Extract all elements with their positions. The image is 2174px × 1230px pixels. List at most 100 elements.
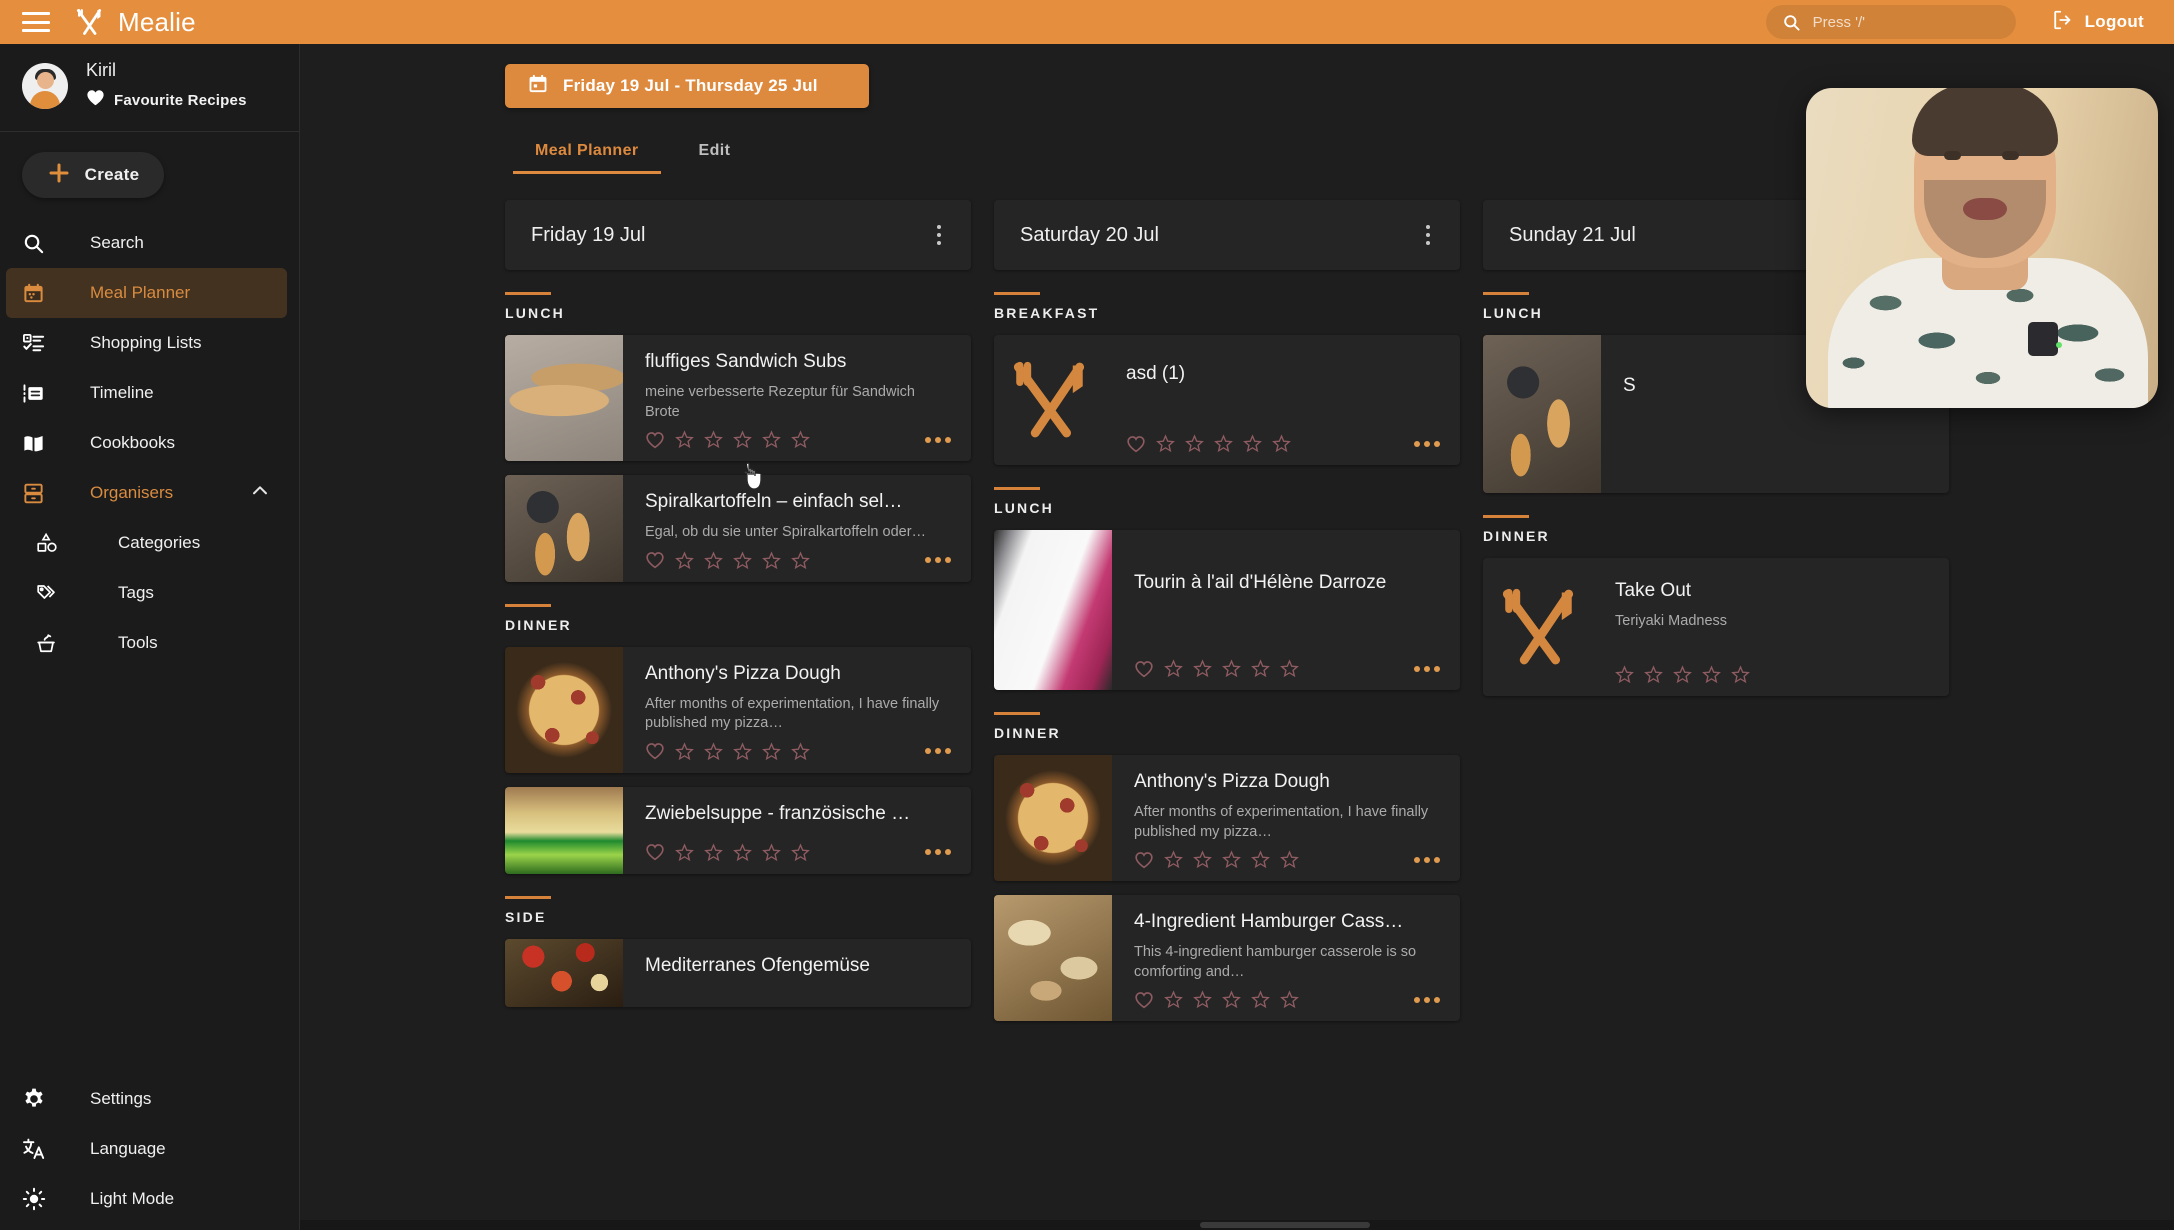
star-icon[interactable] (1673, 665, 1692, 684)
search-bar[interactable] (1765, 5, 2016, 39)
star-icon[interactable] (1251, 990, 1270, 1009)
more-horizontal-icon[interactable] (923, 742, 953, 760)
recipe-card[interactable]: fluffiges Sandwich Subs meine verbessert… (505, 335, 971, 462)
recipe-card[interactable]: 4-Ingredient Hamburger Cass… This 4-ingr… (994, 895, 1460, 1022)
user-block[interactable]: Kiril Favourite Recipes (0, 44, 299, 132)
star-icon[interactable] (791, 430, 810, 449)
star-icon[interactable] (704, 430, 723, 449)
recipe-card[interactable]: Take Out Teriyaki Madness (1483, 558, 1949, 696)
more-horizontal-icon[interactable] (1412, 435, 1442, 453)
star-icon[interactable] (1185, 434, 1204, 453)
sidebar-item-language[interactable]: Language (0, 1124, 299, 1174)
star-icon[interactable] (791, 551, 810, 570)
star-icon[interactable] (791, 742, 810, 761)
star-icon[interactable] (704, 551, 723, 570)
star-icon[interactable] (1644, 665, 1663, 684)
more-horizontal-icon[interactable] (923, 551, 953, 569)
recipe-rating[interactable] (1126, 434, 1291, 453)
star-icon[interactable] (1193, 850, 1212, 869)
star-icon[interactable] (1280, 850, 1299, 869)
search-input[interactable] (1812, 13, 2000, 31)
more-horizontal-icon[interactable] (923, 431, 953, 449)
recipe-rating[interactable] (1134, 990, 1299, 1009)
sidebar-item-shopping-lists[interactable]: Shopping Lists (0, 318, 299, 368)
star-icon[interactable] (1243, 434, 1262, 453)
sidebar-item-light-mode[interactable]: Light Mode (0, 1174, 299, 1224)
heart-icon[interactable] (645, 551, 665, 569)
tab-edit[interactable]: Edit (669, 130, 761, 174)
heart-icon[interactable] (645, 843, 665, 861)
horizontal-scrollbar-thumb[interactable] (1200, 1222, 1370, 1228)
heart-icon[interactable] (645, 742, 665, 760)
sidebar-item-organisers[interactable]: Organisers (0, 468, 299, 518)
star-icon[interactable] (762, 843, 781, 862)
sidebar-item-timeline[interactable]: Timeline (0, 368, 299, 418)
sidebar-item-categories[interactable]: Categories (0, 518, 299, 568)
date-range-button[interactable]: Friday 19 Jul - Thursday 25 Jul (505, 64, 869, 108)
more-horizontal-icon[interactable] (923, 843, 953, 861)
logout-button[interactable]: Logout (2052, 9, 2152, 36)
create-button[interactable]: Create (22, 152, 164, 198)
tab-meal-planner[interactable]: Meal Planner (505, 130, 669, 174)
star-icon[interactable] (733, 551, 752, 570)
recipe-card[interactable]: asd (1) (994, 335, 1460, 465)
sidebar-item-meal-planner[interactable]: Meal Planner (6, 268, 287, 318)
hamburger-menu-icon[interactable] (22, 12, 50, 32)
star-icon[interactable] (1702, 665, 1721, 684)
star-icon[interactable] (733, 843, 752, 862)
star-icon[interactable] (1193, 659, 1212, 678)
more-horizontal-icon[interactable] (1412, 991, 1442, 1009)
recipe-card[interactable]: Spiralkartoffeln – einfach sel… Egal, ob… (505, 475, 971, 582)
recipe-card[interactable]: Anthony's Pizza Dough After months of ex… (994, 755, 1460, 882)
star-icon[interactable] (1280, 659, 1299, 678)
star-icon[interactable] (1222, 990, 1241, 1009)
heart-icon[interactable] (645, 431, 665, 449)
heart-icon[interactable] (1134, 851, 1154, 869)
recipe-card[interactable]: Zwiebelsuppe - französische … (505, 786, 971, 874)
star-icon[interactable] (1222, 850, 1241, 869)
recipe-rating[interactable] (645, 551, 810, 570)
sidebar-item-settings[interactable]: Settings (0, 1074, 299, 1124)
star-icon[interactable] (675, 551, 694, 570)
star-icon[interactable] (1164, 659, 1183, 678)
star-icon[interactable] (762, 430, 781, 449)
star-icon[interactable] (1280, 990, 1299, 1009)
star-icon[interactable] (704, 742, 723, 761)
star-icon[interactable] (1222, 659, 1241, 678)
star-icon[interactable] (1251, 659, 1270, 678)
recipe-card[interactable]: Mediterranes Ofengemüse (505, 938, 971, 1007)
favourite-recipes-link[interactable]: Favourite Recipes (86, 89, 247, 111)
star-icon[interactable] (1164, 850, 1183, 869)
star-icon[interactable] (733, 742, 752, 761)
kebab-menu-icon[interactable] (1420, 217, 1436, 253)
star-icon[interactable] (1214, 434, 1233, 453)
heart-icon[interactable] (1126, 435, 1146, 453)
recipe-rating[interactable] (645, 430, 810, 449)
recipe-rating[interactable] (645, 742, 810, 761)
star-icon[interactable] (733, 430, 752, 449)
sidebar-item-search[interactable]: Search (0, 218, 299, 268)
star-icon[interactable] (1156, 434, 1175, 453)
sidebar-item-cookbooks[interactable]: Cookbooks (0, 418, 299, 468)
recipe-rating[interactable] (1134, 659, 1299, 678)
more-horizontal-icon[interactable] (1412, 660, 1442, 678)
star-icon[interactable] (1164, 990, 1183, 1009)
star-icon[interactable] (1272, 434, 1291, 453)
star-icon[interactable] (1615, 665, 1634, 684)
chevron-up-icon[interactable] (249, 480, 271, 507)
star-icon[interactable] (704, 843, 723, 862)
sidebar-item-tags[interactable]: Tags (0, 568, 299, 618)
recipe-rating[interactable] (1615, 665, 1750, 684)
heart-icon[interactable] (1134, 660, 1154, 678)
recipe-rating[interactable] (1134, 850, 1299, 869)
star-icon[interactable] (1731, 665, 1750, 684)
star-icon[interactable] (675, 742, 694, 761)
recipe-rating[interactable] (645, 843, 810, 862)
star-icon[interactable] (1251, 850, 1270, 869)
star-icon[interactable] (1193, 990, 1212, 1009)
star-icon[interactable] (675, 843, 694, 862)
more-horizontal-icon[interactable] (1412, 851, 1442, 869)
sidebar-item-tools[interactable]: Tools (0, 618, 299, 668)
star-icon[interactable] (675, 430, 694, 449)
star-icon[interactable] (762, 551, 781, 570)
